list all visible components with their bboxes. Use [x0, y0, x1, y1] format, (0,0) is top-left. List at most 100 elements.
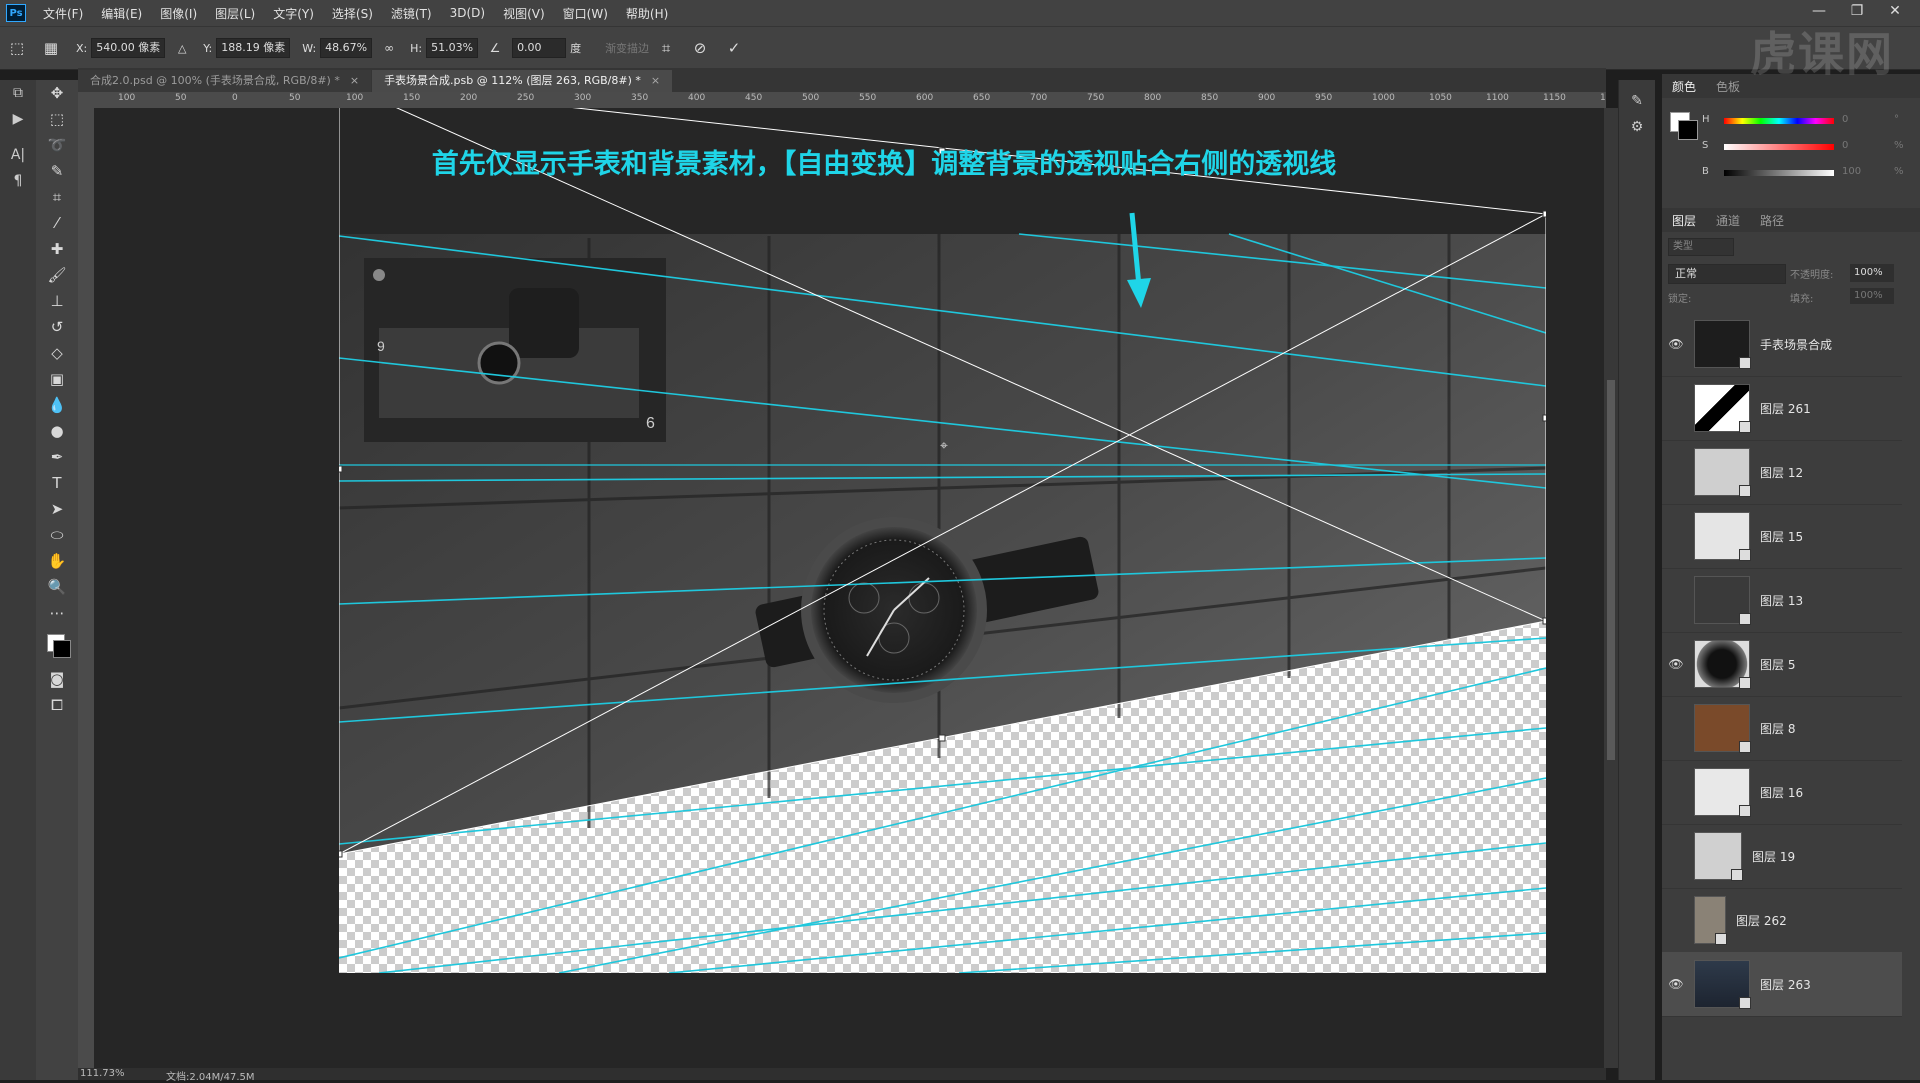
tab-layers[interactable]: 图层: [1662, 212, 1706, 229]
layer-row[interactable]: 图层 13: [1662, 568, 1902, 633]
commit-transform-icon[interactable]: ✓: [723, 37, 745, 59]
history-icon[interactable]: ⧉: [0, 80, 36, 106]
pen-tool-icon[interactable]: ✒: [36, 444, 78, 470]
dodge-tool-icon[interactable]: ●: [36, 418, 78, 444]
w-field[interactable]: 48.67%: [320, 38, 373, 58]
layer-row[interactable]: 图层 16: [1662, 760, 1902, 825]
layer-name[interactable]: 图层 12: [1760, 464, 1803, 481]
brush-settings-icon[interactable]: ✎: [1619, 88, 1655, 114]
layer-name[interactable]: 图层 262: [1736, 912, 1787, 929]
type-tool-icon[interactable]: T: [36, 470, 78, 496]
paragraph-icon[interactable]: ¶: [0, 168, 36, 194]
opacity-field[interactable]: 100%: [1850, 264, 1894, 282]
tab-composite[interactable]: 合成2.0.psd @ 100% (手表场景合成, RGB/8#) * ×: [78, 70, 372, 92]
layer-row[interactable]: 图层 15: [1662, 504, 1902, 569]
ruler-horizontal[interactable]: 100 50 0 50 100 150 200 250 300 350 400 450 500 550 60…: [78, 92, 1606, 109]
layer-row[interactable]: 图层 12: [1662, 440, 1902, 505]
tab-color[interactable]: 颜色: [1662, 78, 1706, 95]
delta-icon[interactable]: △: [171, 37, 193, 59]
actions-icon[interactable]: ▶: [0, 106, 36, 132]
visibility-eye-icon[interactable]: 👁: [1662, 977, 1690, 991]
layer-row[interactable]: 图层 19: [1662, 824, 1902, 889]
screen-mode-icon[interactable]: ⧠: [36, 692, 78, 718]
stamp-tool-icon[interactable]: ⊥: [36, 288, 78, 314]
menu-layer[interactable]: 图层(L): [206, 5, 264, 22]
saturation-slider[interactable]: [1724, 144, 1834, 150]
s-value[interactable]: 0: [1842, 140, 1848, 151]
layer-name[interactable]: 图层 13: [1760, 592, 1803, 609]
layer-row[interactable]: 图层 8: [1662, 696, 1902, 761]
eyedropper-tool-icon[interactable]: ⁄: [36, 210, 78, 236]
layer-name[interactable]: 图层 8: [1760, 720, 1795, 737]
zoom-tool-icon[interactable]: 🔍: [36, 574, 78, 600]
layer-name[interactable]: 图层 5: [1760, 656, 1795, 673]
tab-close-icon[interactable]: ×: [350, 74, 359, 87]
marquee-tool-icon[interactable]: ⬚: [36, 106, 78, 132]
layer-name[interactable]: 图层 16: [1760, 784, 1803, 801]
scrollbar-thumb[interactable]: [1607, 380, 1615, 760]
more-tools-icon[interactable]: ⋯: [36, 600, 78, 626]
quick-mask-icon[interactable]: ◙: [36, 666, 78, 692]
properties-icon[interactable]: ⚙: [1619, 114, 1655, 140]
background-color[interactable]: [53, 640, 71, 658]
character-icon[interactable]: A|: [0, 142, 36, 168]
history-brush-icon[interactable]: ↺: [36, 314, 78, 340]
menu-filter[interactable]: 滤镜(T): [382, 5, 441, 22]
link-icon[interactable]: ∞: [378, 37, 400, 59]
menu-3d[interactable]: 3D(D): [441, 6, 494, 20]
fill-field[interactable]: 100%: [1850, 288, 1894, 304]
layer-row[interactable]: 图层 261: [1662, 376, 1902, 441]
background-swatch[interactable]: [1678, 120, 1698, 140]
visibility-eye-icon[interactable]: 👁: [1662, 337, 1690, 351]
menu-window[interactable]: 窗口(W): [554, 5, 617, 22]
angle-field[interactable]: 0.00: [512, 38, 567, 58]
lasso-tool-icon[interactable]: ➰: [36, 132, 78, 158]
blur-tool-icon[interactable]: 💧: [36, 392, 78, 418]
eraser-tool-icon[interactable]: ◇: [36, 340, 78, 366]
b-value[interactable]: 100: [1842, 166, 1861, 177]
crop-tool-icon[interactable]: ⌗: [36, 184, 78, 210]
h-field[interactable]: 51.03%: [426, 38, 479, 58]
transform-center-icon[interactable]: ⌖: [940, 438, 948, 454]
menu-view[interactable]: 视图(V): [494, 5, 554, 22]
menu-type[interactable]: 文字(Y): [264, 5, 323, 22]
document-canvas[interactable]: 9 6 ⌖ 首先仅显示手表和背景素材，【自由变换】调整背景的透视贴合右侧的透视线: [339, 108, 1546, 973]
layer-row[interactable]: 图层 262: [1662, 888, 1902, 953]
gradient-tool-icon[interactable]: ▣: [36, 366, 78, 392]
hue-slider[interactable]: [1724, 118, 1834, 124]
color-swatches[interactable]: [36, 626, 78, 666]
cancel-transform-icon[interactable]: ⊘: [689, 37, 711, 59]
tab-watch-scene[interactable]: 手表场景合成.psb @ 112% (图层 263, RGB/8#) * ×: [372, 70, 673, 92]
brush-tool-icon[interactable]: 🖌: [36, 262, 78, 288]
layer-name[interactable]: 图层 19: [1752, 848, 1795, 865]
x-field[interactable]: 540.00 像素: [91, 38, 166, 58]
layer-row-selected[interactable]: 👁 图层 263: [1662, 952, 1902, 1017]
reference-point-icon[interactable]: ▦: [40, 37, 62, 59]
menu-edit[interactable]: 编辑(E): [92, 5, 151, 22]
zoom-level[interactable]: 111.73%: [80, 1068, 125, 1079]
blend-mode-select[interactable]: 正常: [1668, 264, 1786, 284]
hand-tool-icon[interactable]: ✋: [36, 548, 78, 574]
tab-paths[interactable]: 路径: [1750, 212, 1794, 229]
tab-close-icon[interactable]: ×: [651, 74, 660, 87]
menu-file[interactable]: 文件(F): [34, 5, 92, 22]
tab-channels[interactable]: 通道: [1706, 212, 1750, 229]
move-tool-icon[interactable]: ✥: [36, 80, 78, 106]
menu-image[interactable]: 图像(I): [151, 5, 206, 22]
y-field[interactable]: 188.19 像素: [216, 38, 291, 58]
path-select-tool-icon[interactable]: ➤: [36, 496, 78, 522]
tab-swatches[interactable]: 色板: [1706, 78, 1750, 95]
transform-tool-icon[interactable]: ⬚: [6, 37, 28, 59]
quick-select-tool-icon[interactable]: ✎: [36, 158, 78, 184]
layer-row[interactable]: 👁 手表场景合成: [1662, 312, 1902, 377]
layer-name[interactable]: 手表场景合成: [1760, 336, 1832, 353]
brightness-slider[interactable]: [1724, 170, 1834, 176]
warp-mode-icon[interactable]: ⌗: [655, 37, 677, 59]
interpolation-label[interactable]: 渐变描边: [605, 40, 649, 56]
layer-filter-input[interactable]: 类型: [1668, 238, 1734, 256]
menu-help[interactable]: 帮助(H): [617, 5, 677, 22]
layer-name[interactable]: 图层 261: [1760, 400, 1811, 417]
menu-select[interactable]: 选择(S): [323, 5, 382, 22]
healing-tool-icon[interactable]: ✚: [36, 236, 78, 262]
layer-name[interactable]: 图层 263: [1760, 976, 1811, 993]
